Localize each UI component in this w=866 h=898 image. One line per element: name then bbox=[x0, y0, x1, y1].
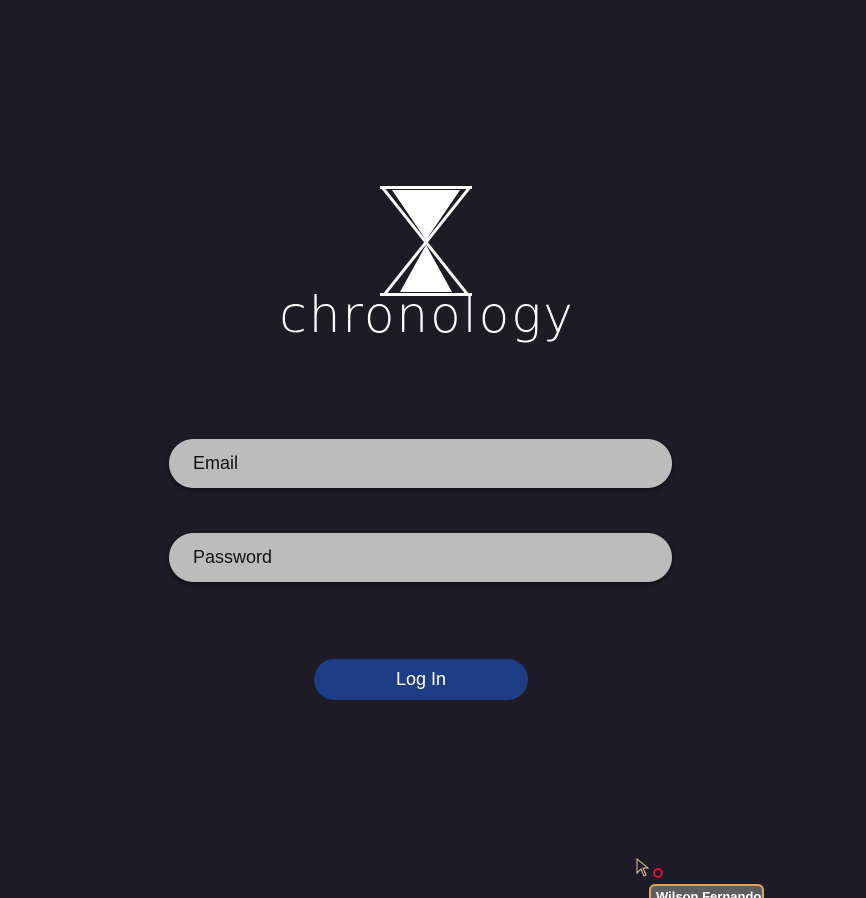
email-input[interactable] bbox=[193, 439, 672, 488]
click-indicator-icon bbox=[653, 868, 663, 878]
password-input[interactable] bbox=[193, 533, 672, 582]
login-page: chronology Log In Wilson Fernando bbox=[0, 0, 866, 898]
password-field[interactable] bbox=[169, 533, 672, 582]
hourglass-icon bbox=[380, 186, 472, 296]
login-button[interactable]: Log In bbox=[314, 659, 528, 700]
email-field[interactable] bbox=[169, 439, 672, 488]
brand-name: chronology bbox=[279, 286, 575, 344]
cursor-user-tag: Wilson Fernando bbox=[649, 884, 764, 898]
mouse-pointer-icon bbox=[636, 858, 650, 877]
